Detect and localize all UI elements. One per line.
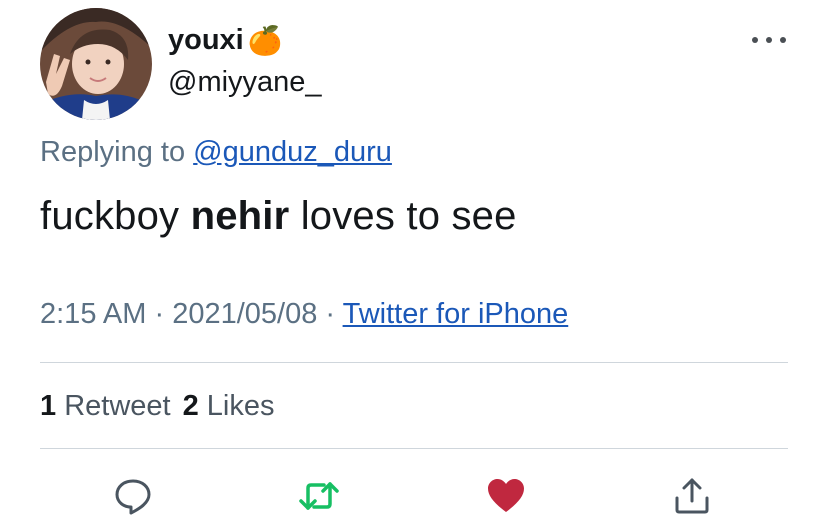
display-name-text[interactable]: youxi — [168, 24, 244, 57]
tweet-meta: 2:15 AM · 2021/05/08 · Twitter for iPhon… — [40, 298, 568, 331]
tweet-text-end: loves to see — [289, 194, 517, 238]
meta-separator: · — [146, 298, 173, 330]
tweet-source-link[interactable]: Twitter for iPhone — [343, 298, 569, 330]
reply-to-handle-link[interactable]: @gunduz_duru — [193, 136, 392, 168]
more-icon[interactable] — [752, 30, 786, 50]
reply-icon[interactable] — [111, 474, 155, 518]
divider — [40, 362, 788, 363]
user-handle[interactable]: @miyyane_ — [168, 66, 322, 99]
retweet-icon[interactable] — [297, 474, 341, 518]
tweet-time[interactable]: 2:15 AM — [40, 298, 146, 330]
retweets-stat[interactable]: 1 Retweet — [40, 390, 171, 422]
replying-to: Replying to @gunduz_duru — [40, 136, 392, 169]
retweet-label: Retweet — [64, 390, 171, 422]
display-name[interactable]: youxi 🍊 — [168, 24, 283, 57]
tweet-text-bold: nehir — [190, 194, 290, 238]
like-count: 2 — [182, 390, 199, 422]
orange-emoji-icon: 🍊 — [247, 25, 283, 56]
avatar[interactable] — [40, 8, 152, 120]
tweet-text-start: fuckboy — [40, 194, 191, 238]
tweet-text: fuckboy nehir loves to see — [40, 194, 517, 239]
tweet-stats: 1 Retweet 2 Likes — [40, 390, 275, 423]
share-icon[interactable] — [670, 474, 714, 518]
divider — [40, 448, 788, 449]
tweet-date[interactable]: 2021/05/08 — [172, 298, 317, 330]
like-label: Likes — [206, 390, 275, 422]
like-icon[interactable] — [484, 474, 528, 518]
likes-stat[interactable]: 2 Likes — [183, 390, 275, 422]
meta-separator: · — [317, 298, 343, 330]
replying-prefix: Replying to — [40, 136, 194, 168]
retweet-count: 1 — [40, 390, 57, 422]
